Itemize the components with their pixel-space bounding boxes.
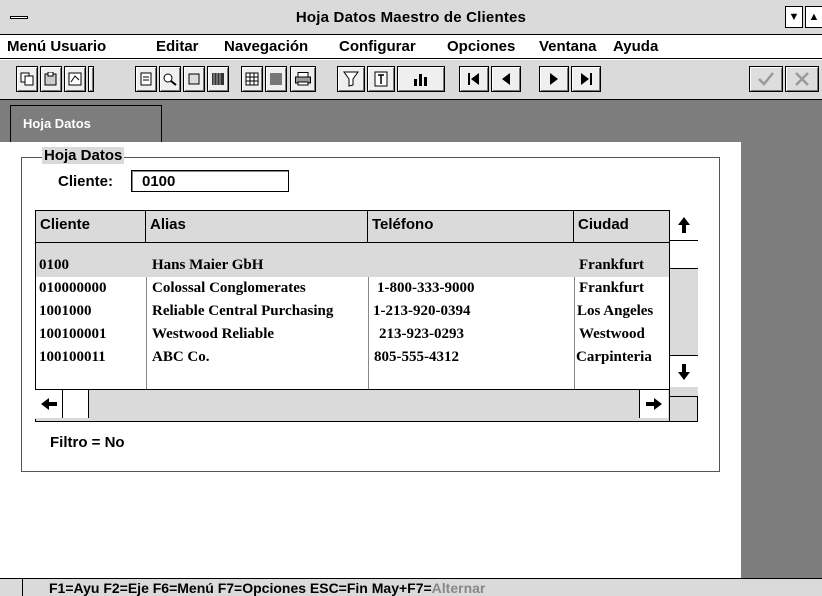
next-record-icon[interactable]	[539, 66, 569, 92]
group-title: Hoja Datos	[42, 147, 125, 164]
tab-strip: Hoja Datos	[0, 100, 822, 145]
horizontal-scrollbar[interactable]	[35, 389, 669, 419]
toolbar	[0, 60, 822, 100]
menu-configurar[interactable]: Configurar	[339, 35, 416, 59]
table-row[interactable]: 0100 Hans Maier GbH Frankfurt	[36, 254, 669, 277]
scroll-down-icon[interactable]	[670, 355, 698, 387]
maximize-button[interactable]: ▲	[805, 6, 822, 28]
cell-cliente: 010000000	[39, 280, 107, 296]
column-divider	[574, 277, 575, 389]
status-keys: F1=Ayu F2=Eje F6=Menú F7=Opciones ESC=Fi…	[49, 580, 432, 596]
column-header-alias[interactable]: Alias	[146, 211, 368, 243]
chart-icon[interactable]	[397, 66, 445, 92]
status-bar: F1=Ayu F2=Eje F6=Menú F7=Opciones ESC=Fi…	[0, 578, 822, 596]
cell-telefono: 805-555-4312	[374, 349, 459, 365]
filter-status: Filtro = No	[50, 434, 125, 451]
scroll-right-icon[interactable]	[639, 390, 668, 418]
cell-telefono: 1-213-920-0394	[373, 303, 471, 319]
cancel-icon[interactable]	[785, 66, 819, 92]
menu-navegacion[interactable]: Navegación	[224, 35, 308, 59]
toolbar-separator	[88, 66, 94, 92]
cell-alias: Colossal Conglomerates	[152, 280, 306, 296]
copy-icon[interactable]	[16, 66, 38, 92]
cell-alias: Reliable Central Purchasing	[152, 303, 334, 319]
print-icon[interactable]	[290, 66, 316, 92]
table-icon-2[interactable]	[265, 66, 287, 92]
menu-usuario[interactable]: Menú Usuario	[7, 35, 106, 59]
find-icon-extra[interactable]	[183, 66, 205, 92]
find-icon[interactable]	[159, 66, 181, 92]
cell-cliente: 0100	[39, 257, 69, 273]
cell-alias: Westwood Reliable	[152, 326, 275, 342]
cell-cliente: 100100011	[39, 349, 106, 365]
paste-icon[interactable]	[40, 66, 62, 92]
hscroll-thumb[interactable]	[63, 390, 89, 418]
prev-record-icon[interactable]	[491, 66, 521, 92]
last-record-icon[interactable]	[571, 66, 601, 92]
cliente-label: Cliente:	[58, 173, 114, 190]
scroll-up-icon[interactable]	[670, 210, 698, 241]
cell-alias: Hans Maier GbH	[152, 257, 264, 273]
title-bar: Hoja Datos Maestro de Clientes ▼ ▲	[0, 0, 822, 35]
column-divider	[368, 277, 369, 389]
edit-icon[interactable]	[64, 66, 86, 92]
tab-hoja-datos[interactable]: Hoja Datos	[10, 105, 162, 145]
form-icon[interactable]	[135, 66, 157, 92]
scroll-thumb[interactable]	[670, 241, 698, 269]
scroll-corner	[669, 396, 698, 422]
column-header-cliente[interactable]: Cliente	[36, 211, 146, 243]
column-header-telefono[interactable]: Teléfono	[368, 211, 574, 243]
cell-ciudad: Frankfurt	[579, 257, 644, 273]
cell-alias: ABC Co.	[152, 349, 210, 365]
side-panel	[741, 100, 822, 578]
cell-ciudad: Frankfurt	[579, 280, 644, 296]
column-header-ciudad[interactable]: Ciudad	[574, 211, 669, 243]
vertical-scrollbar[interactable]	[669, 210, 698, 396]
column-divider	[146, 277, 147, 389]
table-icon[interactable]	[241, 66, 263, 92]
ok-icon[interactable]	[749, 66, 783, 92]
cell-ciudad: Westwood	[579, 326, 645, 342]
scroll-left-icon[interactable]	[35, 390, 63, 418]
cell-ciudad: Carpinteria	[576, 349, 652, 365]
text-icon[interactable]	[367, 66, 395, 92]
window-title: Hoja Datos Maestro de Clientes	[295, 9, 527, 26]
menu-opciones[interactable]: Opciones	[447, 35, 515, 59]
cell-cliente: 1001000	[39, 303, 92, 319]
menu-ayuda[interactable]: Ayuda	[613, 35, 658, 59]
function-key-help: F1=Ayu F2=Eje F6=Menú F7=Opciones ESC=Fi…	[22, 579, 822, 596]
cell-ciudad: Los Angeles	[577, 303, 654, 319]
menu-bar: Menú Usuario Editar Navegación Configura…	[0, 35, 822, 59]
cell-telefono: 213-923-0293	[379, 326, 464, 342]
cell-cliente: 100100001	[39, 326, 107, 342]
first-record-icon[interactable]	[459, 66, 489, 92]
cell-telefono: 1-800-333-9000	[377, 280, 475, 296]
cliente-input[interactable]: 0100	[131, 170, 289, 192]
menu-editar[interactable]: Editar	[156, 35, 199, 59]
filter-icon[interactable]	[337, 66, 365, 92]
cell-telefono	[371, 254, 571, 277]
menu-ventana[interactable]: Ventana	[539, 35, 597, 59]
barcode-icon[interactable]	[207, 66, 229, 92]
status-keys-dim: Alternar	[431, 580, 486, 596]
minimize-button[interactable]: ▼	[785, 6, 803, 28]
